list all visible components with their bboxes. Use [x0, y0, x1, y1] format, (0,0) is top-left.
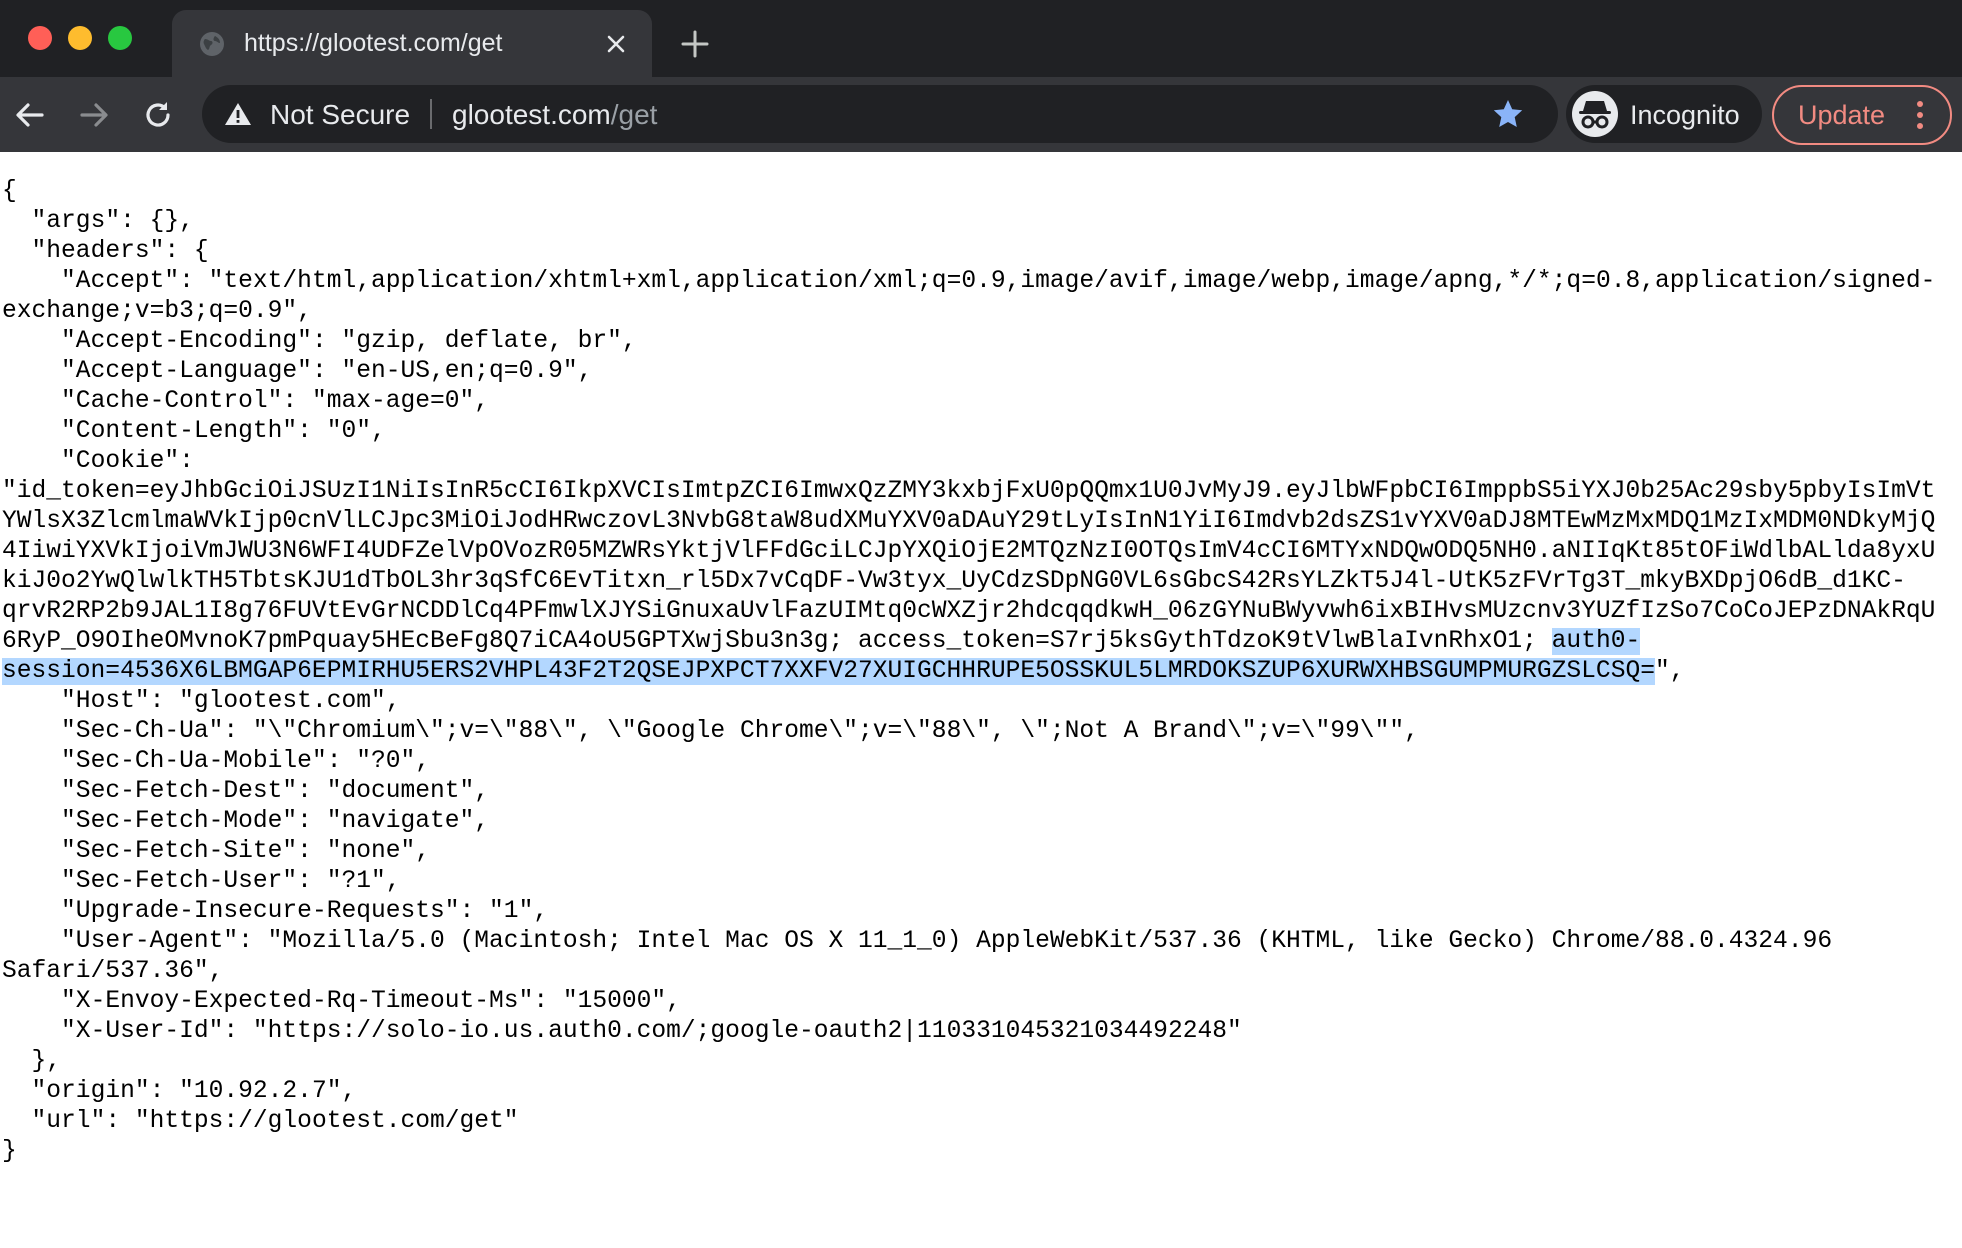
json-line: "headers": {: [2, 238, 209, 265]
url-text[interactable]: glootest.com/get: [452, 99, 657, 131]
json-line: "Host": "glootest.com",: [2, 688, 401, 715]
json-line: ",: [1654, 658, 1685, 685]
json-line: }: [2, 1138, 17, 1165]
json-line: "X-Envoy-Expected-Rq-Timeout-Ms": "15000…: [2, 988, 681, 1015]
json-line: "Sec-Fetch-User": "?1",: [2, 868, 401, 895]
toolbar: Not Secure glootest.com/get Incognito Up…: [0, 77, 1962, 152]
incognito-label: Incognito: [1630, 100, 1740, 130]
json-response: { "args": {}, "headers": { "Accept": "te…: [2, 177, 1947, 1167]
globe-icon: [200, 32, 224, 56]
json-line: "url": "https://glootest.com/get": [2, 1108, 519, 1135]
json-line: {: [2, 178, 17, 205]
json-line: "Sec-Ch-Ua-Mobile": "?0",: [2, 748, 431, 775]
json-line: "User-Agent": "Mozilla/5.0 (Macintosh; I…: [2, 928, 1847, 985]
close-icon[interactable]: [602, 30, 630, 58]
arrow-right-icon[interactable]: [76, 97, 112, 133]
address-divider: [430, 99, 432, 129]
warning-triangle-icon[interactable]: [224, 101, 252, 127]
url-host: glootest.com: [452, 99, 611, 130]
json-line: "Sec-Fetch-Mode": "navigate",: [2, 808, 490, 835]
profile-button[interactable]: Incognito: [1566, 85, 1762, 143]
reload-icon[interactable]: [140, 97, 176, 133]
address-bar[interactable]: Not Secure glootest.com/get: [202, 85, 1558, 143]
url-path: /get: [610, 99, 658, 130]
plus-icon[interactable]: [680, 29, 710, 59]
zoom-window-button[interactable]: [108, 26, 132, 50]
kebab-menu-icon[interactable]: [1912, 99, 1928, 131]
json-line: "X-User-Id": "https://solo-io.us.auth0.c…: [2, 1018, 1242, 1045]
update-label: Update: [1798, 100, 1886, 130]
json-line: "Sec-Fetch-Dest": "document",: [2, 778, 490, 805]
update-button[interactable]: Update: [1772, 85, 1952, 145]
json-line: "args": {},: [2, 208, 194, 235]
minimize-window-button[interactable]: [68, 26, 92, 50]
json-line: "Accept-Encoding": "gzip, deflate, br",: [2, 328, 637, 355]
star-icon[interactable]: [1492, 98, 1524, 130]
json-line: },: [2, 1048, 62, 1075]
json-line: "Accept": "text/html,application/xhtml+x…: [2, 268, 1936, 325]
json-line: "Content-Length": "0",: [2, 418, 386, 445]
incognito-icon: [1572, 91, 1618, 137]
json-line: "Cookie": "id_token=eyJhbGciOiJSUzI1NiIs…: [2, 448, 1936, 655]
security-status[interactable]: Not Secure: [270, 99, 410, 131]
json-line: "Accept-Language": "en-US,en;q=0.9",: [2, 358, 593, 385]
close-window-button[interactable]: [28, 26, 52, 50]
json-line: "Upgrade-Insecure-Requests": "1",: [2, 898, 549, 925]
arrow-left-icon[interactable]: [12, 97, 48, 133]
tab-title: https://glootest.com/get: [244, 29, 503, 57]
json-line: "Cache-Control": "max-age=0",: [2, 388, 490, 415]
tab-active[interactable]: https://glootest.com/get: [172, 10, 652, 77]
page-content: { "args": {}, "headers": { "Accept": "te…: [0, 152, 1962, 1248]
tab-strip: https://glootest.com/get: [0, 0, 1962, 77]
json-line: "origin": "10.92.2.7",: [2, 1078, 357, 1105]
json-line: "Sec-Fetch-Site": "none",: [2, 838, 431, 865]
json-line: "Sec-Ch-Ua": "\"Chromium\";v=\"88\", \"G…: [2, 718, 1419, 745]
